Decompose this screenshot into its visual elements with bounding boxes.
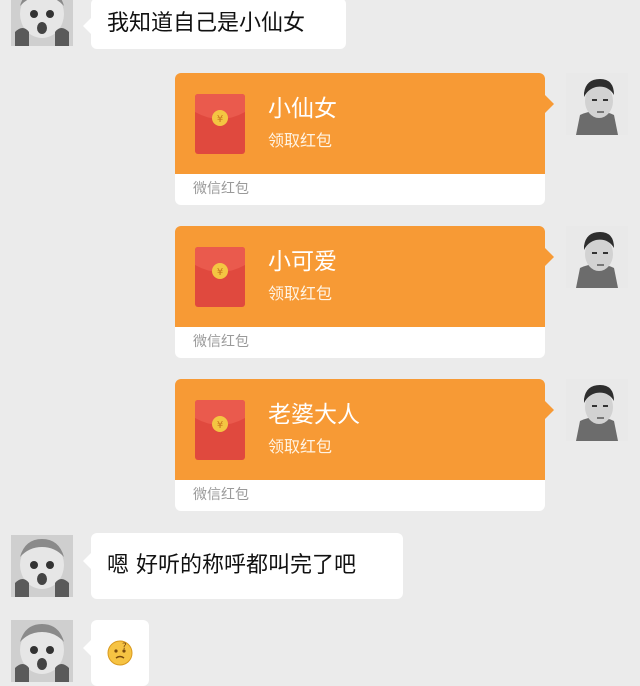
avatar-me[interactable]: [566, 73, 628, 135]
red-packet-action-label: 领取红包: [268, 437, 333, 456]
red-packet-header: ¥ 小仙女 领取红包: [175, 73, 554, 174]
red-envelope-icon: ¥: [195, 247, 245, 307]
avatar-me[interactable]: [566, 379, 628, 441]
red-packet-action-label: 领取红包: [268, 131, 333, 150]
red-packet-footer: 微信红包: [175, 327, 545, 358]
avatar-other[interactable]: [11, 620, 73, 682]
red-packet-header: ¥ 小可爱 领取红包: [175, 226, 554, 327]
svg-text:¥: ¥: [217, 114, 223, 125]
red-packet-title: 小可爱: [268, 249, 337, 275]
red-envelope-icon: ¥: [195, 94, 245, 154]
confused-face-icon: ?: [107, 640, 133, 666]
message-text: 嗯 好听的称呼都叫完了吧: [107, 553, 356, 578]
chat-conversation: 我知道自己是小仙女 ¥ 小仙女 领取红包 微信红包 ¥ 小可爱 领取红包 微信红…: [0, 0, 640, 686]
red-packet-card[interactable]: ¥ 老婆大人 领取红包 微信红包: [175, 379, 554, 511]
red-packet-card[interactable]: ¥ 小仙女 领取红包 微信红包: [175, 73, 554, 205]
message-bubble-text[interactable]: 嗯 好听的称呼都叫完了吧: [83, 533, 403, 599]
red-packet-card[interactable]: ¥ 小可爱 领取红包 微信红包: [175, 226, 554, 358]
avatar-me[interactable]: [566, 226, 628, 288]
message-text: 我知道自己是小仙女: [107, 10, 306, 36]
red-packet-title: 老婆大人: [268, 402, 360, 428]
avatar-other[interactable]: [11, 0, 73, 46]
red-packet-action-label: 领取红包: [268, 284, 333, 303]
red-envelope-icon: ¥: [195, 400, 245, 460]
red-packet-footer: 微信红包: [175, 480, 545, 511]
message-bubble-emoji[interactable]: ?: [83, 620, 149, 686]
avatar-other[interactable]: [11, 535, 73, 597]
red-packet-title: 小仙女: [268, 96, 337, 122]
red-packet-footer: 微信红包: [175, 174, 545, 205]
red-packet-header: ¥ 老婆大人 领取红包: [175, 379, 554, 480]
svg-text:¥: ¥: [217, 267, 223, 278]
svg-text:¥: ¥: [217, 420, 223, 431]
svg-text:?: ?: [122, 642, 127, 652]
message-bubble-text[interactable]: 我知道自己是小仙女: [83, 0, 346, 49]
